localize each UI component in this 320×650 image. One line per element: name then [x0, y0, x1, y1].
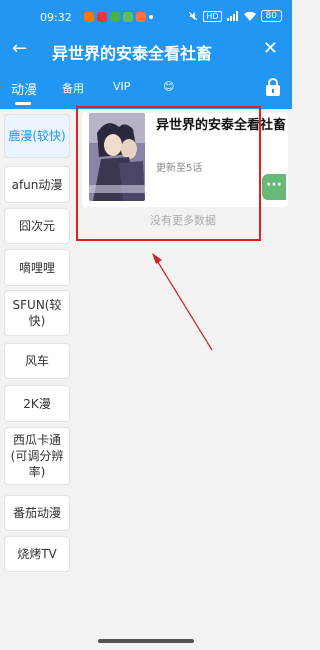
tab-emoji[interactable]: 😊: [163, 80, 174, 93]
sidebar-item-2kman[interactable]: 2K漫: [5, 386, 69, 421]
app-notification-icon: [136, 12, 146, 22]
status-time: 09:32: [40, 11, 72, 24]
signal-icon: [226, 11, 238, 21]
sidebar-item-fengche[interactable]: 风车: [5, 344, 69, 378]
app-notification-icon: [110, 12, 120, 22]
mute-icon: [189, 11, 198, 21]
sidebar-item-xigua[interactable]: 西瓜卡通(可调分辨率): [5, 428, 69, 484]
active-tab-indicator: [15, 102, 31, 105]
tab-vip[interactable]: VIP: [113, 80, 130, 93]
notification-icons: [84, 12, 153, 22]
wifi-icon: [243, 11, 256, 21]
sidebar-item-jiongciyuan[interactable]: 囧次元: [5, 209, 69, 243]
app-notification-icon: [84, 12, 94, 22]
more-options-button[interactable]: ···: [262, 174, 286, 200]
arrow-left-icon[interactable]: ←: [12, 39, 27, 59]
close-icon[interactable]: ✕: [263, 38, 278, 59]
page-title: 异世界的安泰全看社畜: [52, 44, 213, 63]
sidebar-item-luman[interactable]: 鹿漫(较快): [5, 115, 69, 157]
sidebar-item-shaokao[interactable]: 烧烤TV: [5, 537, 69, 571]
sidebar-item-afun[interactable]: afun动漫: [5, 167, 69, 202]
tab-anime[interactable]: 动漫: [11, 79, 37, 98]
app-notification-icon: [123, 12, 133, 22]
home-indicator[interactable]: [98, 639, 194, 643]
sidebar-item-sfun[interactable]: SFUN(较快): [5, 291, 69, 335]
hd-icon: HD: [203, 10, 222, 22]
sidebar-item-fanqie[interactable]: 番茄动漫: [5, 496, 69, 530]
source-tabs: 动漫 备用 VIP 😊: [0, 66, 292, 109]
sidebar-item-dilili[interactable]: 嘀哩哩: [5, 250, 69, 285]
app-notification-icon: [97, 12, 107, 22]
lock-icon[interactable]: [266, 78, 280, 96]
system-icons: HD 80: [188, 10, 282, 22]
status-bar: 09:32 HD 80: [0, 0, 292, 36]
dot-icon: [149, 15, 153, 19]
app-header: ← 异世界的安泰全看社畜 ✕: [0, 36, 292, 66]
battery-icon: 80: [260, 10, 282, 22]
tab-backup[interactable]: 备用: [62, 80, 84, 96]
highlight-box: [76, 106, 261, 241]
